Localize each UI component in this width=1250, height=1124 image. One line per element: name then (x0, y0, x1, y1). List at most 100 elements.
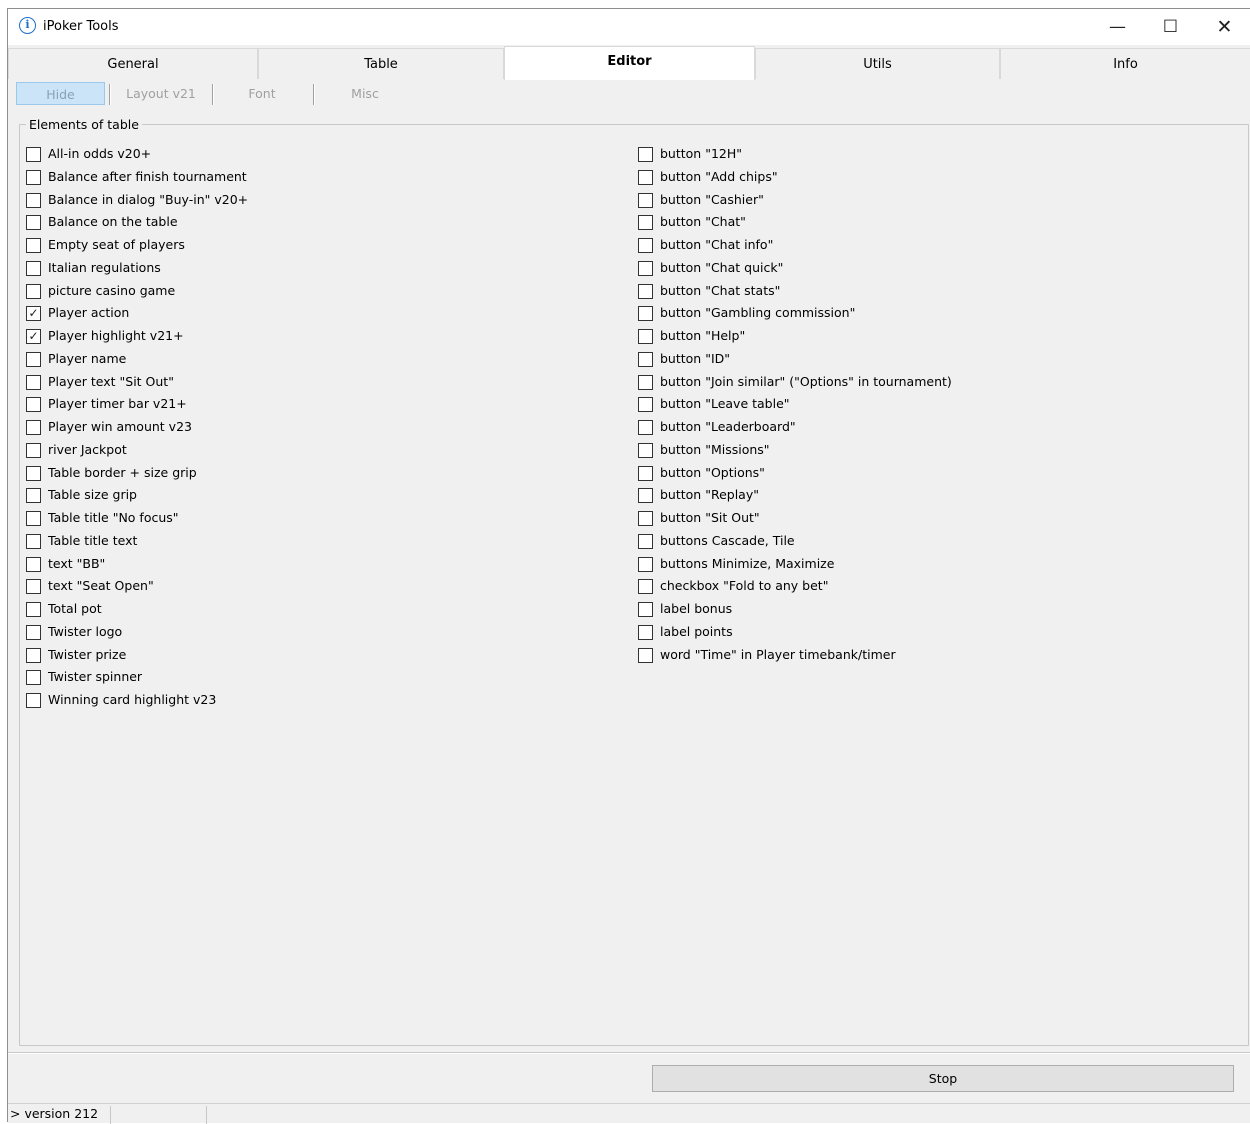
checkbox-label: label points (660, 623, 733, 639)
checkbox-label: Winning card highlight v23 (48, 692, 217, 707)
checkbox-label: Balance after finish tournament (48, 168, 247, 184)
checkbox-box[interactable] (26, 624, 41, 640)
window-title: iPoker Tools (43, 19, 119, 34)
checkbox-box[interactable] (638, 579, 653, 595)
checkbox-box[interactable] (26, 192, 41, 208)
close-button[interactable]: ✕ (1198, 9, 1250, 45)
checkbox-label: Twister spinner (48, 669, 143, 685)
checkbox-box[interactable] (26, 442, 41, 458)
checkbox-box[interactable] (638, 329, 653, 344)
checkbox-label: Total pot (48, 601, 102, 616)
checkbox-box[interactable] (638, 397, 653, 413)
title-bar[interactable]: i iPoker Tools — ☐ ✕ (8, 9, 1250, 45)
checkbox-box[interactable] (638, 420, 653, 435)
checkbox-label: button "Chat quick" (660, 259, 784, 275)
checkbox-box[interactable] (26, 283, 41, 299)
checkbox-box[interactable] (26, 647, 41, 663)
checkbox-box[interactable] (26, 556, 41, 572)
checkbox-box[interactable] (26, 602, 41, 617)
checkbox-label: river Jackpot (48, 441, 127, 457)
checkmark-icon[interactable]: ✓ (26, 329, 41, 344)
checkbox-box[interactable] (638, 306, 653, 322)
checkbox-box[interactable] (638, 488, 653, 504)
tab-table[interactable]: Table (258, 48, 504, 79)
checkbox-box[interactable] (638, 169, 653, 185)
checkbox-box[interactable] (638, 260, 653, 276)
subtab-misc[interactable]: Misc (320, 82, 410, 105)
checkbox-box[interactable] (638, 442, 653, 458)
checkbox-label: All-in odds v20+ (48, 146, 152, 161)
checkbox-label: button "ID" (660, 350, 731, 366)
stop-button[interactable]: Stop (652, 1065, 1234, 1092)
checkbox-label: Table border + size grip (48, 464, 197, 480)
checkbox-box[interactable] (638, 511, 653, 526)
checkbox-box[interactable] (638, 624, 653, 640)
checkbox-box[interactable] (638, 374, 653, 390)
checkbox-box[interactable] (26, 488, 41, 504)
checkbox-box[interactable] (26, 465, 41, 481)
info-icon: i (19, 17, 36, 34)
checkbox-label: button "Chat stats" (660, 282, 781, 298)
checkbox-label: label bonus (660, 601, 733, 616)
checkbox-label: Table title text (48, 532, 138, 548)
maximize-button[interactable]: ☐ (1144, 9, 1197, 45)
tab-info[interactable]: Info (1000, 48, 1250, 79)
minimize-button[interactable]: — (1091, 9, 1144, 45)
checkbox-box[interactable] (26, 670, 41, 686)
checkbox-box[interactable] (638, 556, 653, 572)
checkbox-box[interactable] (638, 215, 653, 231)
checkbox-label: Twister prize (48, 646, 127, 662)
subtab-layout[interactable]: Layout v21 (116, 82, 206, 105)
checkbox-box[interactable] (26, 397, 41, 413)
subtab-font[interactable]: Font (219, 82, 305, 105)
checkbox-box[interactable] (638, 602, 653, 617)
checkbox-label: button "Sit Out" (660, 510, 760, 525)
checkbox-label: Player name (48, 350, 127, 366)
subtab-separator (109, 84, 111, 105)
app-window: i iPoker Tools — ☐ ✕ General Table Edito… (7, 8, 1250, 1124)
subtab-separator (212, 84, 214, 105)
checkbox-label: word "Time" in Player timebank/timer (660, 646, 896, 662)
checkbox-label: button "Leaderboard" (660, 419, 796, 434)
checkbox-box[interactable] (26, 215, 41, 231)
checkbox-label: text "Seat Open" (48, 578, 154, 594)
tab-general[interactable]: General (8, 48, 258, 79)
checkbox-box[interactable] (638, 192, 653, 208)
checkbox-box[interactable] (638, 465, 653, 481)
checkbox-label: Empty seat of players (48, 237, 185, 252)
checkbox-label: Balance on the table (48, 214, 178, 230)
checkbox-box[interactable] (26, 511, 41, 526)
checkbox-box[interactable] (26, 579, 41, 595)
checkbox-label: button "Chat info" (660, 237, 774, 252)
checkbox-label: button "Chat" (660, 214, 746, 230)
checkbox-label: button "Cashier" (660, 191, 764, 207)
checkbox-label: Twister logo (48, 623, 123, 639)
checkbox-box[interactable] (638, 533, 653, 549)
checkbox-box[interactable] (638, 283, 653, 299)
checkmark-icon[interactable]: ✓ (26, 306, 41, 322)
checkbox-label: Balance in dialog "Buy-in" v20+ (48, 191, 249, 207)
checkbox-box[interactable] (638, 238, 653, 253)
checkbox-box[interactable] (26, 420, 41, 435)
status-version: > version 212 (8, 1106, 111, 1124)
checkbox-label: button "Help" (660, 328, 746, 343)
subtab-hide[interactable]: Hide (16, 82, 105, 105)
tab-editor[interactable]: Editor (504, 46, 755, 80)
checkbox-box[interactable] (26, 238, 41, 253)
checkbox-box[interactable] (638, 147, 653, 162)
checkbox-box[interactable] (26, 147, 41, 162)
checkbox-box[interactable] (638, 647, 653, 663)
checkbox-box[interactable] (26, 351, 41, 367)
checkbox-box[interactable] (26, 260, 41, 276)
checkbox-box[interactable] (26, 533, 41, 549)
checkbox-label: button "Missions" (660, 441, 770, 457)
checkbox-box[interactable] (26, 693, 41, 708)
checkbox-box[interactable] (26, 169, 41, 185)
checkbox-label: Table title "No focus" (48, 510, 179, 525)
checkbox-label: Table size grip (48, 487, 137, 503)
checkbox-label: buttons Minimize, Maximize (660, 555, 835, 571)
checkbox-box[interactable] (26, 374, 41, 390)
checkbox-label: button "Leave table" (660, 396, 790, 412)
tab-utils[interactable]: Utils (755, 48, 1000, 79)
checkbox-box[interactable] (638, 351, 653, 367)
